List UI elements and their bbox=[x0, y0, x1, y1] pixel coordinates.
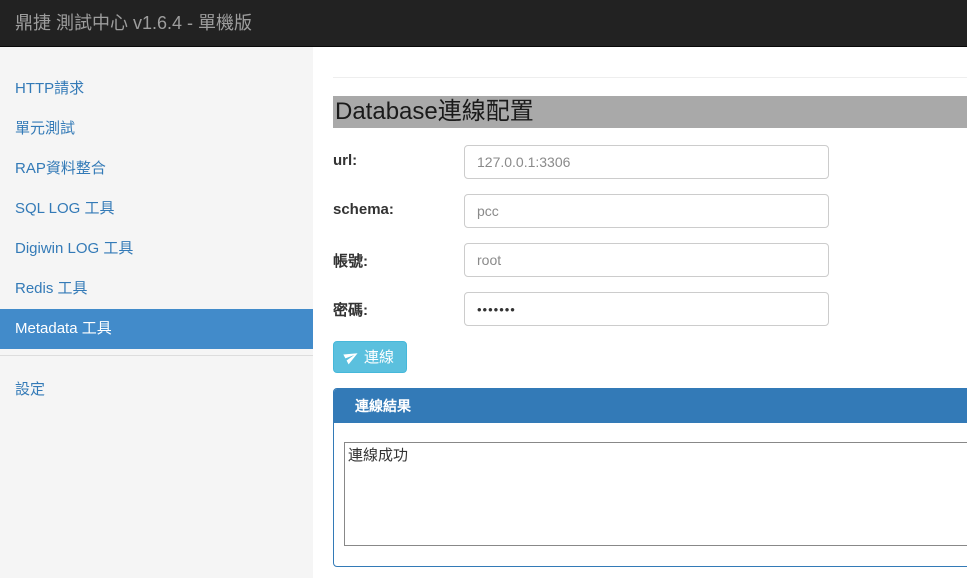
sidebar-item-rap-data[interactable]: RAP資料整合 bbox=[0, 149, 313, 189]
schema-input[interactable] bbox=[464, 194, 829, 228]
sidebar-item-metadata[interactable]: Metadata 工具 bbox=[0, 309, 313, 349]
sidebar-item-settings[interactable]: 設定 bbox=[0, 370, 313, 410]
top-navbar: 鼎捷 測試中心 v1.6.4 - 單機版 bbox=[0, 0, 967, 47]
password-input[interactable] bbox=[464, 292, 829, 326]
url-label: url: bbox=[333, 145, 464, 169]
form-row-url: url: bbox=[333, 145, 967, 179]
schema-label: schema: bbox=[333, 194, 464, 218]
sidebar-menu: HTTP請求 單元測試 RAP資料整合 SQL LOG 工具 Digiwin L… bbox=[0, 47, 313, 410]
sidebar-item-redis[interactable]: Redis 工具 bbox=[0, 269, 313, 309]
sidebar-item-digiwin-log[interactable]: Digiwin LOG 工具 bbox=[0, 229, 313, 269]
connect-button[interactable]: 連線 bbox=[333, 341, 407, 373]
app-title[interactable]: 鼎捷 測試中心 v1.6.4 - 單機版 bbox=[0, 0, 252, 47]
content-top-divider bbox=[333, 77, 967, 78]
form-row-account: 帳號: bbox=[333, 243, 967, 277]
sidebar-divider bbox=[0, 355, 313, 356]
page-title: Database連線配置 bbox=[333, 96, 967, 128]
send-icon bbox=[344, 349, 359, 364]
form-row-schema: schema: bbox=[333, 194, 967, 228]
url-input[interactable] bbox=[464, 145, 829, 179]
form-row-password: 密碼: bbox=[333, 292, 967, 326]
password-label: 密碼: bbox=[333, 292, 464, 320]
result-textarea[interactable]: 連線成功 bbox=[344, 442, 967, 546]
result-panel-body: 連線成功 bbox=[334, 423, 967, 566]
sidebar-item-unit-test[interactable]: 單元測試 bbox=[0, 109, 313, 149]
sidebar-item-sql-log[interactable]: SQL LOG 工具 bbox=[0, 189, 313, 229]
sidebar-item-http-request[interactable]: HTTP請求 bbox=[0, 69, 313, 109]
account-input[interactable] bbox=[464, 243, 829, 277]
result-panel-title: 連線結果 bbox=[334, 389, 967, 423]
main-content: Database連線配置 url: schema: 帳號: 密碼: 連線 連線結… bbox=[313, 47, 967, 582]
connect-button-label: 連線 bbox=[364, 346, 394, 367]
result-panel: 連線結果 連線成功 bbox=[333, 388, 967, 567]
account-label: 帳號: bbox=[333, 243, 464, 271]
sidebar: HTTP請求 單元測試 RAP資料整合 SQL LOG 工具 Digiwin L… bbox=[0, 47, 313, 578]
